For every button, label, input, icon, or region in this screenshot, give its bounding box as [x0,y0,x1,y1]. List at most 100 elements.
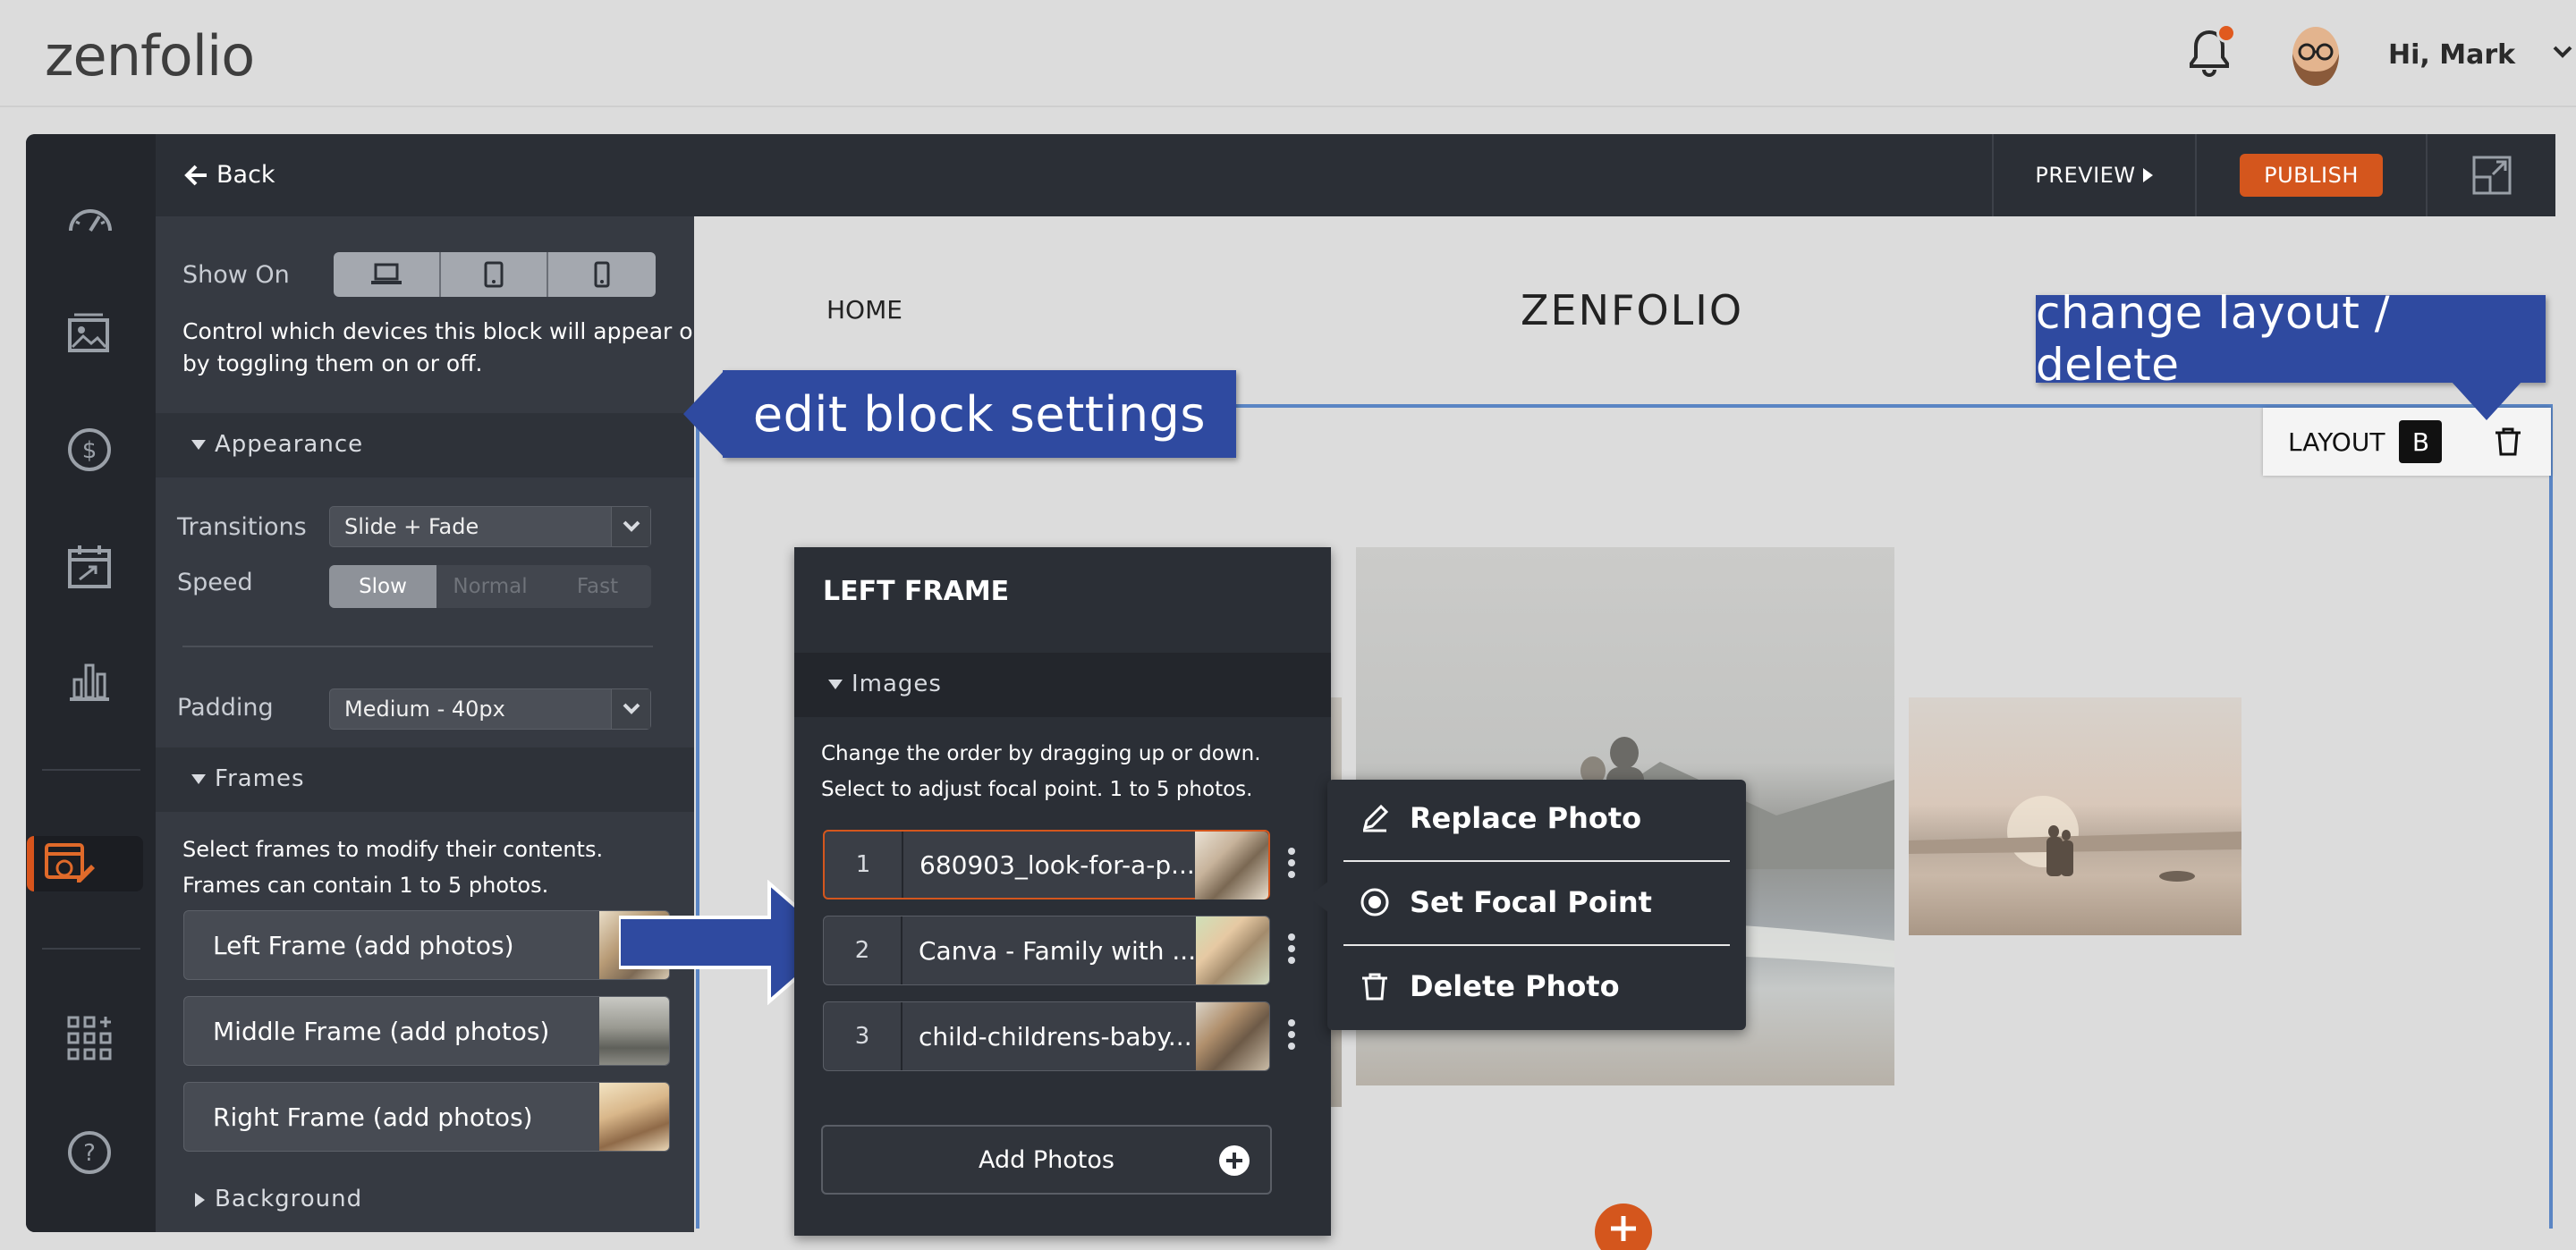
image-options-kebab-icon[interactable] [1288,933,1295,968]
image-order-number: 3 [824,1002,902,1070]
block-settings-sidebar [156,134,694,1232]
caret-down-icon [191,440,206,450]
delete-block-trash-icon[interactable] [2494,427,2522,457]
speed-label: Speed [177,569,253,596]
tablet-icon [484,261,504,288]
left-frame-title: LEFT FRAME [823,576,1010,607]
site-title: ZENFOLIO [1521,286,1744,334]
callout-pointer-left [683,370,724,458]
speed-normal[interactable]: Normal [436,565,544,608]
apps-grid-icon[interactable] [67,1016,114,1062]
icon-rail: $ ? [26,134,156,1232]
menu-divider [1343,860,1730,862]
user-greeting[interactable]: Hi, Mark [2388,39,2515,71]
speed-toggle-group: Slow Normal Fast [329,565,651,608]
trash-icon [1362,973,1387,1001]
tablet-toggle[interactable] [441,252,548,297]
middle-frame-button[interactable]: Middle Frame (add photos) [183,996,670,1066]
appearance-section-header[interactable]: Appearance [156,413,694,477]
divider [182,646,653,647]
image-thumbnail [1196,916,1269,984]
image-options-kebab-icon[interactable] [1288,1019,1295,1054]
image-row[interactable]: 1 680903_look-for-a-p... [823,830,1270,899]
mobile-toggle[interactable] [548,252,656,297]
avatar[interactable] [2281,18,2351,93]
publish-button[interactable]: PUBLISH [2240,154,2383,197]
add-photos-button[interactable]: Add Photos [821,1125,1272,1195]
caret-down-icon [828,680,843,689]
right-frame-thumbnail [599,1083,669,1151]
desktop-toggle[interactable] [334,252,441,297]
images-section-header[interactable]: Images [794,653,1331,717]
transitions-label: Transitions [177,513,307,541]
photos-icon[interactable] [67,309,110,354]
website-editor-nav-item[interactable] [27,836,143,891]
frames-help-line-1: Select frames to modify their contents. [182,837,604,862]
change-layout-callout: change layout / delete [2036,287,2546,391]
calendar-icon[interactable] [67,544,112,590]
image-row[interactable]: 2 Canva - Family with ... [823,916,1270,985]
menu-divider [1343,944,1730,946]
left-frame-button[interactable]: Left Frame (add photos) [183,910,670,980]
layout-selector-button[interactable]: B [2399,420,2443,463]
help-icon[interactable]: ? [67,1130,112,1175]
focal-point-icon [1360,888,1389,916]
layout-label: LAYOUT [2288,427,2385,457]
set-focal-point-menu-item[interactable]: Set Focal Point [1360,885,1652,919]
frames-section-header[interactable]: Frames [156,747,694,812]
padding-select[interactable]: Medium - 40px [329,688,651,730]
plus-icon [1611,1216,1636,1241]
dashboard-icon[interactable] [67,200,114,236]
image-thumbnail [1196,1002,1269,1070]
fullscreen-button[interactable] [2426,134,2555,216]
caret-right-icon [195,1193,205,1207]
plus-circle-icon [1219,1145,1250,1176]
show-on-help-line-1: Control which devices this block will ap… [182,318,708,344]
phone-icon [594,261,610,288]
chevron-down-icon[interactable] [2553,45,2572,59]
image-options-kebab-icon[interactable] [1288,848,1295,883]
show-on-help-line-2: by toggling them on or off. [182,351,483,376]
svg-text:?: ? [83,1140,96,1167]
replace-photo-menu-item[interactable]: Replace Photo [1360,801,1641,835]
arrow-left-icon [184,165,207,185]
images-help-line-2: Select to adjust focal point. 1 to 5 pho… [821,778,1253,801]
svg-text:$: $ [82,437,97,464]
middle-frame-thumbnail [599,997,669,1065]
chevron-down-icon [611,689,650,729]
pencil-icon [1362,804,1389,832]
image-filename: child-childrens-baby... [919,1021,1192,1052]
image-row[interactable]: 3 child-childrens-baby... [823,1001,1270,1071]
site-nav-home[interactable]: HOME [826,295,902,325]
image-filename: 680903_look-for-a-p... [919,849,1195,880]
padding-label: Padding [177,694,274,722]
background-section-header[interactable]: Background [156,1168,694,1232]
image-order-number: 2 [824,916,902,984]
callout-pointer-down [2451,381,2522,420]
laptop-icon [371,263,402,284]
menu-pointer [1308,881,1329,913]
speed-slow[interactable]: Slow [329,565,436,608]
frames-help-line-2: Frames can contain 1 to 5 photos. [182,873,549,898]
stats-icon[interactable] [67,658,112,703]
caret-down-icon [191,774,206,784]
image-thumbnail [1195,832,1268,899]
right-frame-photo[interactable] [1909,697,2241,935]
zenfolio-logo[interactable]: zenfolio [45,23,255,89]
back-button[interactable]: Back [184,161,275,189]
play-icon [2142,168,2153,182]
edit-block-settings-callout: edit block settings [723,370,1236,458]
notification-badge [2216,23,2236,43]
device-toggle-group [334,252,656,297]
right-frame-button[interactable]: Right Frame (add photos) [183,1082,670,1152]
expand-icon [2472,156,2511,195]
show-on-label: Show On [182,261,290,289]
sales-icon[interactable]: $ [67,427,112,472]
image-order-number: 1 [825,832,903,898]
transitions-select[interactable]: Slide + Fade [329,506,651,547]
preview-button[interactable]: PREVIEW [1992,134,2197,216]
speed-fast[interactable]: Fast [544,565,651,608]
delete-photo-menu-item[interactable]: Delete Photo [1360,969,1620,1003]
chevron-down-icon [611,507,650,546]
image-filename: Canva - Family with ... [919,935,1197,966]
